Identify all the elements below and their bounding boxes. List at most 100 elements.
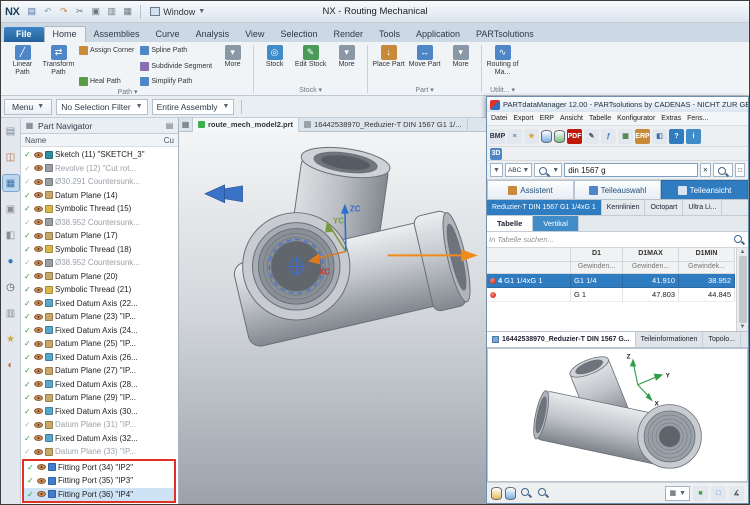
table-cell[interactable]: G1 1/4 (571, 274, 623, 288)
menu-extras[interactable]: Extras (661, 115, 681, 122)
visibility-eye-icon[interactable] (34, 179, 43, 185)
checkmark-icon[interactable]: ✓ (24, 339, 32, 348)
assembly-navigator-icon[interactable]: ▤ (3, 123, 19, 139)
visibility-eye-icon[interactable] (37, 478, 46, 484)
more-button[interactable]: ▾More (329, 44, 364, 70)
visibility-eye-icon[interactable] (34, 300, 43, 306)
part-preview[interactable]: Z Y X (487, 348, 748, 482)
visibility-eye-icon[interactable] (34, 192, 43, 198)
catalog-3d-icon[interactable] (505, 487, 516, 500)
table-row-header[interactable] (487, 288, 571, 302)
tree-item[interactable]: ✓Datum Plane (17) (21, 229, 178, 243)
group-label-part[interactable]: Part ▾ (369, 86, 480, 95)
solid-view-icon[interactable]: ■ (693, 486, 708, 501)
command-finder-icon[interactable]: ▦ (120, 4, 135, 19)
checkmark-icon[interactable]: ✓ (24, 434, 32, 443)
visibility-eye-icon[interactable] (34, 354, 43, 360)
checkmark-icon[interactable]: ✓ (27, 463, 35, 472)
tree-item[interactable]: ✓Datum Plane (14) (21, 189, 178, 203)
table-cell[interactable]: 47.803 (623, 288, 679, 302)
table-filter-icon[interactable] (732, 233, 746, 247)
column-name[interactable]: Name (25, 136, 46, 145)
tree-item[interactable]: ✓Fitting Port (35) "IP3" (24, 474, 174, 488)
measure-icon[interactable]: ∡ (729, 486, 744, 501)
spline-path-button[interactable]: Spline Path (138, 44, 214, 57)
checkmark-icon[interactable]: ✓ (24, 447, 32, 456)
tree-item[interactable]: ✓Datum Plane (23) "IP... (21, 310, 178, 324)
group-label-stock[interactable]: Stock ▾ (255, 86, 366, 95)
constraint-navigator-icon[interactable]: ◫ (3, 149, 19, 165)
document-tab-16442538970-reduzier[interactable]: 16442538970_Reduzier-T DIN 1567 G1 1/... (299, 118, 467, 132)
undo-icon[interactable]: ↶ (40, 4, 55, 19)
tab-view[interactable]: View (237, 27, 272, 42)
tab-topolo[interactable]: Topolo... (703, 332, 740, 347)
visibility-eye-icon[interactable] (34, 219, 43, 225)
pin-panel-icon[interactable]: □ (735, 163, 745, 177)
scrollbar-thumb[interactable] (739, 256, 747, 323)
tree-item[interactable]: ✓Fixed Datum Axis (22... (21, 297, 178, 311)
tree-item[interactable]: ✓Ø38.952 Countersunk... (21, 256, 178, 270)
checkmark-icon[interactable]: ✓ (24, 218, 32, 227)
simplify-path-button[interactable]: Simplify Path (138, 75, 214, 88)
transform-path-button[interactable]: ⇄Transform Path (41, 44, 76, 77)
tab-teileauswahl[interactable]: Teileauswahl (574, 180, 661, 199)
checkmark-icon[interactable]: ✓ (24, 299, 32, 308)
edit-document-icon[interactable]: ✎ (584, 129, 599, 144)
visibility-eye-icon[interactable] (34, 435, 43, 441)
checkmark-icon[interactable]: ✓ (24, 326, 32, 335)
window-menu[interactable]: Window ▼ (146, 6, 209, 18)
checkmark-icon[interactable]: ✓ (24, 393, 32, 402)
panel-menu-icon[interactable]: ▤ (164, 120, 175, 131)
visibility-eye-icon[interactable] (34, 287, 43, 293)
visibility-eye-icon[interactable] (34, 327, 43, 333)
checkmark-icon[interactable]: ✓ (24, 204, 32, 213)
tree-item[interactable]: ✓Fitting Port (34) "IP2" (24, 461, 174, 475)
checkmark-icon[interactable]: ✓ (24, 407, 32, 416)
more-button[interactable]: ▾More (443, 44, 478, 70)
project-tree-icon[interactable]: ≡ (507, 129, 522, 144)
visibility-eye-icon[interactable] (34, 449, 43, 455)
tab-assemblies[interactable]: Assemblies (86, 27, 148, 42)
tab-assistent[interactable]: Assistent (487, 180, 574, 199)
menu-ansicht[interactable]: Ansicht (560, 115, 583, 122)
move-part-button[interactable]: ↔Move Part (407, 44, 442, 70)
cut-icon[interactable]: ✂ (72, 4, 87, 19)
roles-icon[interactable]: ◐ (3, 357, 19, 373)
start-search-button[interactable] (713, 163, 733, 177)
part-navigator-icon[interactable]: ▦ (3, 175, 19, 191)
tab-application[interactable]: Application (408, 27, 468, 42)
database-2d-icon[interactable] (541, 130, 552, 143)
menu-button[interactable]: Menu ▼ (4, 99, 52, 115)
checkmark-icon[interactable]: ✓ (24, 258, 32, 267)
help-icon[interactable]: ? (669, 129, 684, 144)
cad-export-icon[interactable]: ◧ (652, 129, 667, 144)
checkmark-icon[interactable]: ✓ (24, 150, 32, 159)
checkmark-icon[interactable]: ✓ (24, 366, 32, 375)
tab-16442538970-reduzier-t-d[interactable]: 16442538970_Reduzier-T DIN 1567 G... (487, 332, 636, 347)
visibility-eye-icon[interactable] (34, 422, 43, 428)
erp-link-icon[interactable]: ERP (635, 129, 650, 144)
process-studio-icon[interactable]: ▥ (3, 305, 19, 321)
checkmark-icon[interactable]: ✓ (24, 272, 32, 281)
tab-tools[interactable]: Tools (371, 27, 408, 42)
tree-item[interactable]: ✓Revolve (12) "Cut rot... (21, 162, 178, 176)
visibility-eye-icon[interactable] (37, 464, 46, 470)
text-search-button[interactable]: ABC▼ (505, 163, 532, 177)
manufacturing-wizard-icon[interactable]: ★ (3, 331, 19, 347)
hd3d-tools-icon[interactable]: ◧ (3, 227, 19, 243)
assign-corner-button[interactable]: Assign Corner (77, 44, 136, 57)
visibility-eye-icon[interactable] (34, 381, 43, 387)
tab-teileinformationen[interactable]: Teileinformationen (636, 332, 704, 347)
catalog-2d-icon[interactable] (491, 487, 502, 500)
group-label-utilit[interactable]: Utilit... ▾ (483, 86, 522, 95)
view-mode-dropdown[interactable]: ▦▼ (665, 486, 690, 501)
selection-scope-combo[interactable]: Entire Assembly ▼ (152, 99, 235, 115)
tab-analysis[interactable]: Analysis (188, 27, 238, 42)
tab-vertikal[interactable]: Vertikal (533, 216, 579, 231)
info-icon[interactable]: i (686, 129, 701, 144)
visibility-eye-icon[interactable] (34, 314, 43, 320)
subdivide-segment-button[interactable]: Subdivide Segment (138, 60, 214, 73)
checkmark-icon[interactable]: ✓ (24, 191, 32, 200)
table-view-icon[interactable]: ▦ (618, 129, 633, 144)
checkmark-icon[interactable]: ✓ (27, 476, 35, 485)
